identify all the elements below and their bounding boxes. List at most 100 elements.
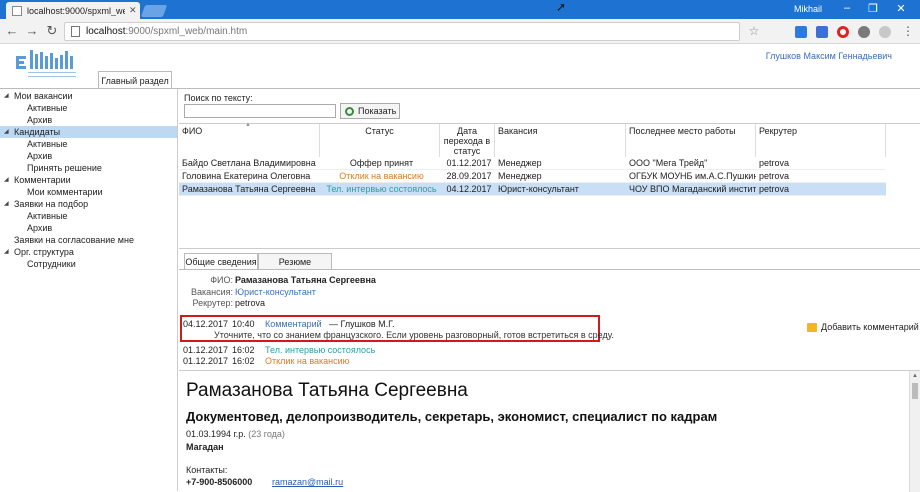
sidebar-item-employees[interactable]: Сотрудники <box>0 258 177 270</box>
panel-divider[interactable] <box>179 248 920 249</box>
scroll-thumb[interactable] <box>912 383 918 399</box>
reload-icon[interactable]: ↻ <box>44 23 60 39</box>
history-date: 04.12.2017 <box>183 319 229 329</box>
current-user-link[interactable]: Глушков Максим Геннадьевич <box>766 51 892 61</box>
browser-tab[interactable]: localhost:9000/spxml_we ✕ <box>6 2 140 19</box>
forward-icon[interactable]: → <box>24 23 40 39</box>
cell-vacancy: Менеджер <box>498 158 542 168</box>
history-comment-text: Уточните, что со знанием французского. Е… <box>214 330 614 340</box>
main-content: Поиск по тексту: Показать ▲ ФИО Статус Д… <box>179 89 920 492</box>
sidebar-item-my-comments[interactable]: Мои комментарии <box>0 186 177 198</box>
address-bar[interactable]: localhost :9000/spxml_web/main.htm <box>64 22 740 41</box>
cell-last-job: ОГБУК МОУНБ им.А.С.Пушкина <box>629 171 756 181</box>
resume-email-link[interactable]: ramazan@mail.ru <box>272 477 343 487</box>
bookmark-star-icon[interactable]: ☆ <box>746 23 762 39</box>
scroll-up-icon[interactable]: ▲ <box>912 373 918 379</box>
tab-general-info[interactable]: Общие сведения <box>184 253 258 270</box>
mouse-cursor-icon: ➚ <box>556 0 567 14</box>
cell-last-job: ООО "Мега Трейд" <box>629 158 708 168</box>
resume-scrollbar[interactable]: ▲ <box>909 371 920 492</box>
expand-triangle-icon[interactable]: ◢ <box>4 90 9 102</box>
tab-main-section[interactable]: Главный раздел <box>98 71 172 89</box>
candidates-table: ▲ ФИО Статус Дата перехода в статус Вака… <box>179 122 920 243</box>
vacancy-label: Вакансия: <box>190 287 233 297</box>
cell-status: Отклик на вакансию <box>339 171 424 181</box>
cell-fio: Рамазанова Татьяна Сергеевна <box>182 184 316 194</box>
sidebar-tree: ◢ Мои вакансии Активные Архив ◢ Кандидаты … <box>0 89 178 491</box>
history-time: 16:02 <box>232 345 255 355</box>
table-row[interactable]: Байдо Светлана Владимировна Оффер принят… <box>179 157 886 170</box>
tabs-underline <box>179 269 920 270</box>
browser-toolbar: ← → ↻ localhost :9000/spxml_web/main.htm… <box>0 19 920 44</box>
expand-triangle-icon[interactable]: ◢ <box>4 174 9 186</box>
sidebar-item-vacancies-archive[interactable]: Архив <box>0 114 177 126</box>
sidebar-item-requests[interactable]: ◢ Заявки на подбор <box>0 198 177 210</box>
minimize-icon[interactable]: – <box>836 2 858 14</box>
show-button[interactable]: Показать <box>340 103 400 119</box>
cell-last-job: ЧОУ ВПО Магаданский инстит... <box>629 184 756 194</box>
cell-fio: Байдо Светлана Владимировна <box>182 158 316 168</box>
back-icon[interactable]: ← <box>4 23 20 39</box>
vacancy-link[interactable]: Юрист-консультант <box>235 287 316 297</box>
url-host: localhost <box>86 26 126 37</box>
column-header-date[interactable]: Дата перехода в статус <box>440 124 495 157</box>
expand-triangle-icon[interactable]: ◢ <box>4 246 9 258</box>
sidebar-item-comments[interactable]: ◢ Комментарии <box>0 174 177 186</box>
maximize-icon[interactable]: ❐ <box>862 2 884 15</box>
translate-icon[interactable] <box>816 26 828 38</box>
extension-icon[interactable] <box>795 26 807 38</box>
browser-user-name[interactable]: Mikhail <box>794 4 822 14</box>
search-input[interactable] <box>184 104 336 118</box>
cell-status: Тел. интервью состоялось <box>326 184 437 194</box>
comment-icon <box>807 322 817 332</box>
add-comment-button[interactable]: Добавить комментарий <box>807 322 919 332</box>
resume-birth-date: 01.03.1994 г.р. <box>186 429 246 439</box>
history-type-link[interactable]: Комментарий <box>265 319 322 329</box>
sidebar-item-candidates[interactable]: ◢ Кандидаты <box>0 126 177 138</box>
new-tab-button[interactable] <box>140 5 168 17</box>
column-header-recruiter[interactable]: Рекрутер <box>756 124 886 157</box>
history-time: 16:02 <box>232 356 255 366</box>
expand-triangle-icon[interactable]: ◢ <box>4 198 9 210</box>
column-header-vacancy[interactable]: Вакансия <box>495 124 626 157</box>
opera-icon[interactable] <box>837 26 849 38</box>
page-favicon-icon <box>12 5 22 16</box>
history-date: 01.12.2017 <box>183 345 229 355</box>
sidebar-item-vacancies-active[interactable]: Активные <box>0 102 177 114</box>
sidebar-item-approvals[interactable]: Заявки на согласование мне <box>0 234 177 246</box>
table-row[interactable]: Головина Екатерина Олеговна Отклик на ва… <box>179 170 886 183</box>
sidebar-item-candidates-active[interactable]: Активные <box>0 138 177 150</box>
sidebar-item-requests-active[interactable]: Активные <box>0 210 177 222</box>
show-button-label: Показать <box>358 106 397 116</box>
sidebar-item-my-vacancies[interactable]: ◢ Мои вакансии <box>0 90 177 102</box>
tab-resume[interactable]: Резюме <box>258 253 332 270</box>
resume-position: Документовед, делопроизводитель, секрета… <box>186 409 718 424</box>
column-header-status[interactable]: Статус <box>320 124 440 157</box>
column-header-fio[interactable]: ФИО <box>179 124 320 157</box>
sidebar-item-candidates-archive[interactable]: Архив <box>0 150 177 162</box>
close-window-icon[interactable]: ✕ <box>890 2 912 15</box>
page-info-icon[interactable] <box>71 26 80 37</box>
history-date: 01.12.2017 <box>183 356 229 366</box>
history-time: 10:40 <box>232 319 255 329</box>
cell-status: Оффер принят <box>349 158 414 168</box>
expand-triangle-icon[interactable]: ◢ <box>4 126 9 138</box>
cell-date: 04.12.2017 <box>446 184 492 194</box>
table-row-selected[interactable]: Рамазанова Татьяна Сергеевна Тел. интерв… <box>179 183 886 196</box>
sidebar-item-decide[interactable]: Принять решение <box>0 162 177 174</box>
column-header-last-job[interactable]: Последнее место работы <box>626 124 756 157</box>
extension-cloud-icon[interactable] <box>879 26 891 38</box>
resume-phone: +7-900-8506000 <box>186 477 253 487</box>
cell-recruiter: petrova <box>759 184 790 194</box>
sidebar-item-requests-archive[interactable]: Архив <box>0 222 177 234</box>
menu-icon[interactable]: ⋮ <box>900 23 916 39</box>
browser-titlebar: localhost:9000/spxml_we ✕ ➚ Mikhail – ❐ … <box>0 0 920 19</box>
history-type: Тел. интервью состоялось <box>265 345 376 355</box>
close-tab-icon[interactable]: ✕ <box>129 5 137 16</box>
extension-gray-icon[interactable] <box>858 26 870 38</box>
history-author: — Глушков М.Г. <box>329 319 395 329</box>
search-icon <box>345 106 354 116</box>
cell-recruiter: petrova <box>759 171 790 181</box>
resume-pane: Рамазанова Татьяна Сергеевна Документове… <box>179 370 920 492</box>
sidebar-item-org-structure[interactable]: ◢ Орг. структура <box>0 246 177 258</box>
